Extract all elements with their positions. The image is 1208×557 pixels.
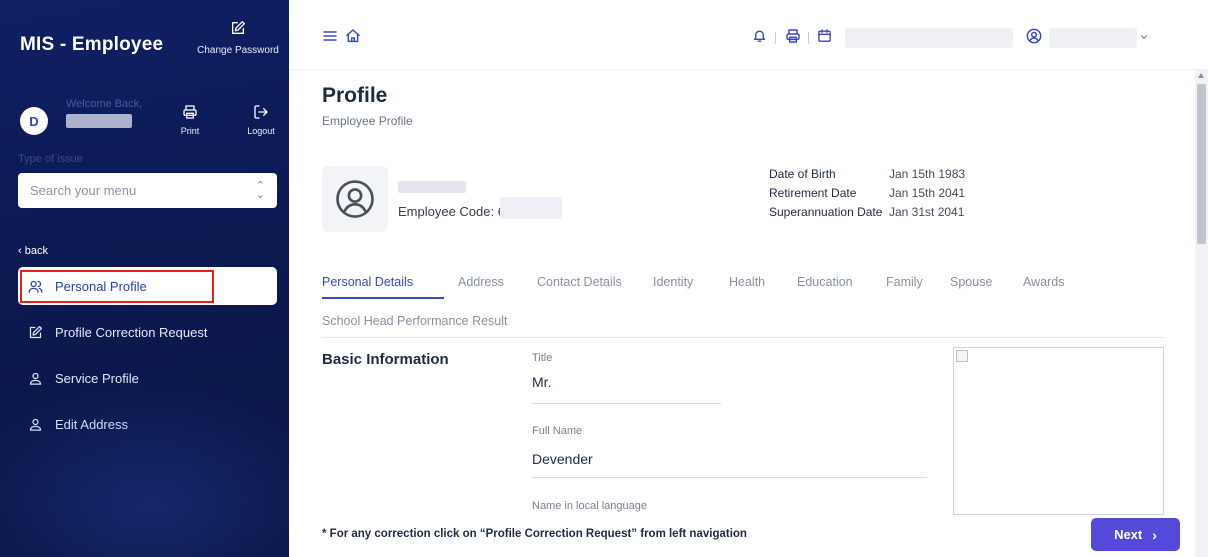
main-content: Profile Employee Profile Employee Code: … (289, 70, 1195, 557)
sidebar-item-personal-profile[interactable]: Personal Profile (18, 267, 277, 305)
superannuation-value: Jan 31st 2041 (889, 205, 965, 219)
chevron-down-icon[interactable] (1139, 32, 1149, 42)
tab-school-head-performance-result[interactable]: School Head Performance Result (322, 314, 508, 328)
employee-code: Employee Code: 6 (398, 204, 505, 219)
tab-address[interactable]: Address (458, 275, 504, 289)
chevron-right-icon: › (1152, 526, 1157, 543)
retirement-label: Retirement Date (769, 186, 857, 200)
bell-icon[interactable] (752, 28, 767, 43)
title-value: Mr. (532, 374, 552, 390)
print-button[interactable]: Print (171, 104, 209, 136)
change-password-label: Change Password (197, 45, 279, 56)
edit-icon (232, 21, 245, 34)
updown-chevron-icon: ⌃ ⌄ (255, 179, 265, 201)
logout-label: Logout (247, 126, 275, 136)
menu-icon[interactable] (322, 28, 338, 44)
redacted-info (845, 28, 1013, 48)
tab-education[interactable]: Education (797, 275, 853, 289)
print-label: Print (180, 126, 200, 136)
separator (775, 32, 776, 44)
users-icon (28, 279, 46, 294)
section-title: Basic Information (322, 351, 449, 368)
menu-search-select[interactable]: Search your menu ⌃ ⌄ (18, 173, 277, 208)
tab-identity[interactable]: Identity (653, 275, 693, 289)
main-scrollbar[interactable] (1195, 70, 1208, 557)
home-icon[interactable] (345, 28, 361, 44)
print-icon[interactable] (785, 28, 801, 44)
menu-search-placeholder: Search your menu (30, 183, 137, 198)
scroll-up-arrow-icon[interactable] (1198, 73, 1204, 78)
sidebar-item-label: Personal Profile (55, 278, 147, 294)
welcome-text: Welcome Back, (66, 98, 143, 110)
page-title: Profile (322, 84, 388, 107)
user-icon (28, 371, 46, 386)
user-circle-icon (336, 180, 374, 218)
logout-icon (254, 105, 268, 119)
tab-family[interactable]: Family (886, 275, 923, 289)
separator (808, 32, 809, 44)
retirement-value: Jan 15th 2041 (889, 186, 966, 200)
profile-tabs: Personal Details Address Contact Details… (322, 270, 1165, 338)
calendar-icon[interactable] (817, 28, 832, 43)
sidebar-item-service-profile[interactable]: Service Profile (18, 359, 277, 397)
tab-contact-details[interactable]: Contact Details (537, 275, 622, 289)
back-link[interactable]: ‹ back (18, 245, 48, 257)
dob-value: Jan 15th 1983 (889, 167, 966, 181)
local-name-label: Name in local language (532, 500, 647, 512)
superannuation-label: Superannuation Date (769, 205, 883, 219)
full-name-label: Full Name (532, 425, 583, 437)
full-name-field-underline (532, 477, 927, 478)
tab-health[interactable]: Health (729, 275, 765, 289)
user-card: D Welcome Back, Print Logout (8, 92, 283, 150)
employee-code-redacted (500, 197, 562, 219)
sidebar-item-label: Profile Correction Request (55, 324, 208, 340)
sidebar-item-label: Service Profile (55, 370, 139, 386)
chevron-left-icon: ‹ (18, 245, 25, 257)
user-circle-icon[interactable] (1026, 28, 1042, 44)
full-name-value: Devender (532, 451, 593, 467)
dob-label: Date of Birth (769, 167, 836, 181)
next-button[interactable]: Next › (1091, 518, 1180, 551)
scroll-thumb[interactable] (1197, 84, 1206, 244)
employee-name-redacted (398, 181, 466, 193)
next-label: Next (1114, 527, 1143, 542)
employee-photo (953, 347, 1164, 515)
type-label: Type of issue (18, 153, 83, 165)
user-icon (28, 417, 46, 432)
top-bar (289, 0, 1208, 70)
sidebar-item-edit-address[interactable]: Edit Address (18, 405, 277, 443)
redacted-username (1049, 28, 1137, 48)
avatar: D (20, 107, 48, 135)
tab-personal-details[interactable]: Personal Details (322, 275, 413, 289)
page-subtitle: Employee Profile (322, 114, 413, 128)
correction-note: * For any correction click on “Profile C… (322, 528, 747, 540)
broken-image-icon (956, 350, 968, 362)
edit-icon (28, 325, 46, 340)
back-label: back (24, 245, 48, 257)
active-tab-indicator (322, 297, 444, 299)
title-label: Title (532, 352, 553, 364)
print-icon (183, 105, 197, 119)
app-title: MIS - Employee (20, 34, 164, 55)
logout-button[interactable]: Logout (242, 104, 280, 136)
sidebar: MIS - Employee Change Password D Welcome… (0, 0, 289, 557)
sidebar-item-profile-correction-request[interactable]: Profile Correction Request (18, 313, 277, 351)
sidebar-item-label: Edit Address (55, 416, 128, 432)
employee-avatar (322, 166, 388, 232)
tab-spouse[interactable]: Spouse (950, 275, 992, 289)
change-password-button[interactable]: Change Password (193, 20, 283, 56)
tab-awards[interactable]: Awards (1023, 275, 1064, 289)
employee-dates: Date of Birth Jan 15th 1983 Retirement D… (769, 166, 1009, 220)
title-field-underline (532, 403, 721, 404)
user-name-redacted (66, 114, 132, 128)
